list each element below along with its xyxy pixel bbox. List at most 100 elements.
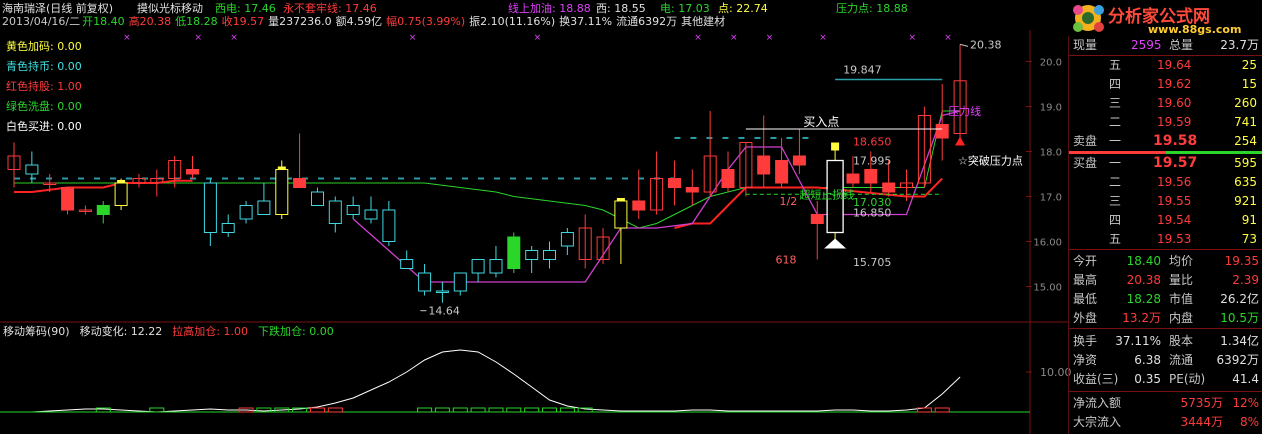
candle-flag [616,198,625,201]
candle-body [810,214,824,224]
stat-row: 最高 20.38 量比 2.39 [1069,271,1262,289]
candle-body [507,236,521,269]
bid-vol: 595 [1234,156,1257,170]
price-axis-label: 20.0 [1040,58,1062,69]
top-marker: × [730,33,738,43]
bid-price: 19.57 [1153,155,1198,171]
bid-vol: 73 [1241,232,1257,246]
value: 6392万 [1216,353,1259,367]
ask-price: 19.60 [1157,96,1192,110]
buy-triangle-icon [824,238,847,249]
label: 今开 [1073,254,1098,268]
ask-vol: 15 [1241,77,1257,91]
candle-body [721,169,735,188]
candle-body [685,187,699,193]
ohlc-item: 低18.28 [175,15,218,28]
support-line [14,179,193,193]
stat-row: 外盘 13.2万 内盘 10.5万 [1069,309,1262,327]
label: PE(动) [1169,372,1206,386]
top-marker: × [944,33,952,43]
price-axis-label: 16.00 [1033,238,1062,249]
label: 五 [1109,58,1122,72]
label: 四 [1109,77,1122,91]
top-marker: × [195,33,203,43]
top-marker: × [909,33,917,43]
ohlc-item: 流通6392万 [616,15,678,28]
divider [1069,249,1262,250]
candle-body [364,209,378,220]
bid-row: 四 19.54 91 [1069,211,1262,229]
bid-price: 19.56 [1157,175,1192,189]
ohlc-item: 开18.40 [82,15,125,28]
header-item: 永不套牢线: 17.46 [283,2,377,15]
candle-body [435,290,449,293]
header-item: 西: 18.55 [596,2,646,15]
bid-vol: 921 [1234,194,1257,208]
ohlc-item: 振2.10(11.16%) [469,15,556,28]
indicator-bar [524,407,540,413]
candle-body [400,259,414,269]
stat-row: 最低 18.28 市值 26.2亿 [1069,290,1262,308]
level-label: 19.847 [843,64,882,77]
indicator-bar [452,407,468,413]
brand-logo[interactable]: 分析家公式网 www.88gs.com [1068,0,1262,36]
label: 均价 [1169,254,1194,268]
indicator-bar [542,407,557,413]
bid-row: 二 19.56 635 [1069,173,1262,191]
ask-price: 19.62 [1157,77,1192,91]
label: 总量 [1169,38,1194,52]
top-marker: × [123,33,131,43]
pct: 8% [1239,415,1259,429]
price-axis-label: 18.0 [1040,148,1062,159]
top-marker: × [230,33,238,43]
candle-body [239,205,253,220]
label: 净流入额 [1073,396,1122,410]
divider [1069,328,1262,329]
low-mark-label: 618 [776,254,797,267]
level-label: 17.995 [853,155,892,168]
indicator-axis-label: 10.00 [1040,366,1072,379]
stat2-row: 收益(三) 0.35 PE(动) 41.4 [1069,370,1262,388]
stat2-row: 换手 37.11% 股本 1.34亿 [1069,332,1262,350]
candle-body [668,178,681,188]
value: 3444万 [1180,415,1223,429]
top-marker: × [819,33,827,43]
label: 现量 [1073,38,1098,52]
candle-body [471,259,485,274]
value: 18.28 [1126,292,1161,306]
candle-body [560,232,574,247]
buy-point-label: 买入点 [803,115,839,129]
indicator-bar [488,407,504,413]
indicator-bar [310,407,325,413]
volume-row: 现量 2595 总量 23.7万 [1069,36,1262,54]
top-marker: × [694,33,702,43]
candle-body [489,259,503,274]
candle-body [614,200,628,229]
value: 1.34亿 [1220,334,1259,348]
candle-body [293,178,307,188]
label: 三 [1109,194,1122,208]
header-item: 西电: 17.46 [215,2,276,15]
indicator-white-line [14,349,961,413]
value: 2.39 [1232,273,1259,287]
high-price-line [959,43,969,47]
indicator-bar [506,407,522,413]
value: 10.5万 [1220,311,1259,325]
indicator-bar [417,407,433,413]
indicator-bar [934,407,950,413]
candle-body [775,160,789,184]
candle-body [418,272,432,292]
level-label: 16.850 [853,206,892,219]
label: 最低 [1073,292,1098,306]
header-item: 线上加油: 18.88 [508,2,591,15]
label: 二 [1109,175,1122,189]
low-price-label: 14.64 [428,305,460,318]
legend-item: 白色买进: 0.00 [6,120,82,133]
label: 净资 [1073,353,1098,367]
indicator-item: 移动筹码(90) [3,325,70,338]
top-marker: × [534,33,542,43]
label: 一 [1109,156,1122,170]
candle-body [203,182,217,233]
label: 五 [1109,232,1122,246]
bid-row: 三 19.55 921 [1069,192,1262,210]
